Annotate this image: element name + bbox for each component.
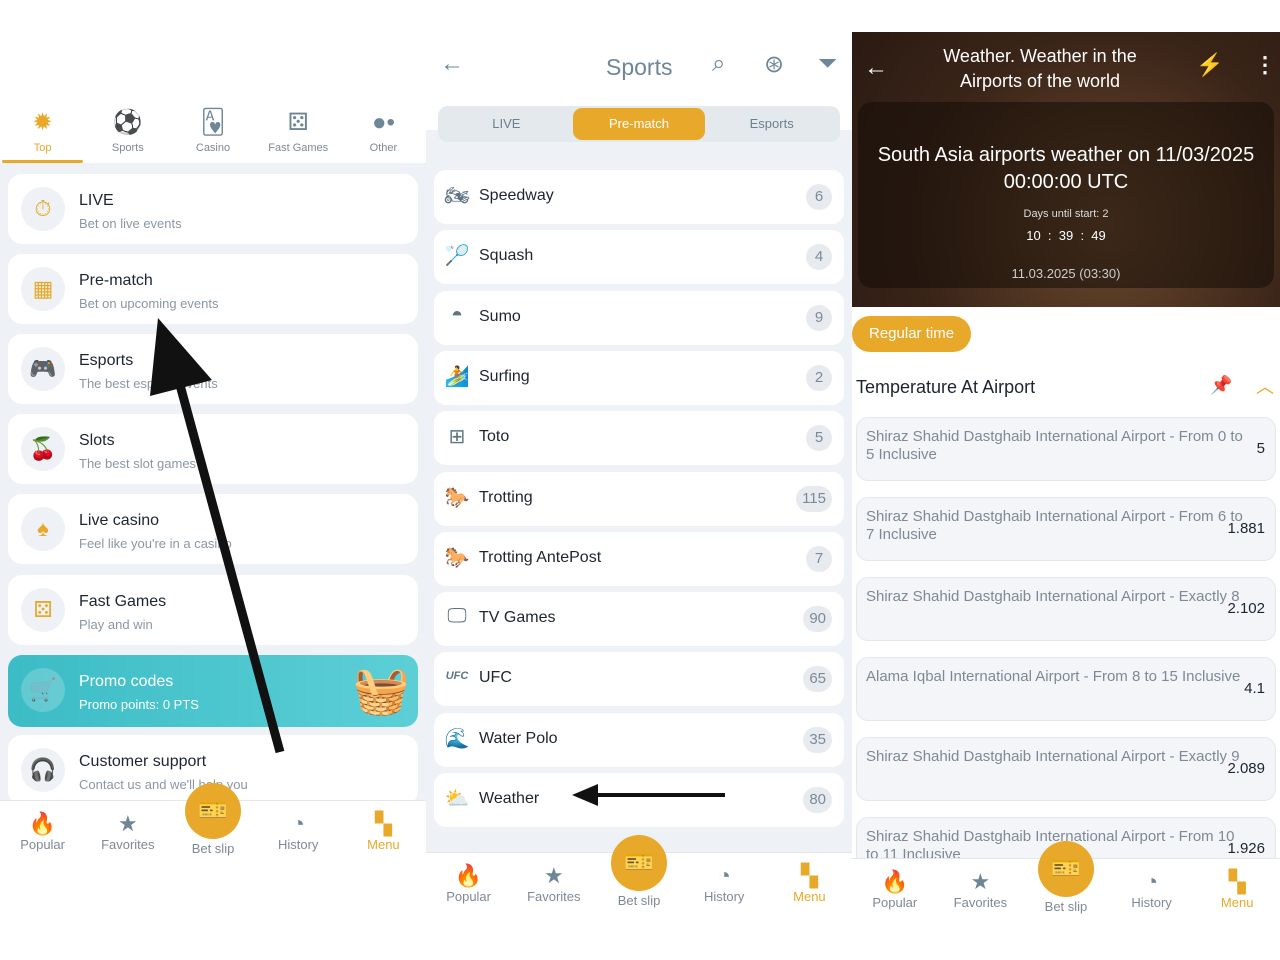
annotation-arrows xyxy=(150,318,725,806)
arrow-to-prematch xyxy=(150,318,285,754)
arrow-to-weather xyxy=(572,784,725,806)
